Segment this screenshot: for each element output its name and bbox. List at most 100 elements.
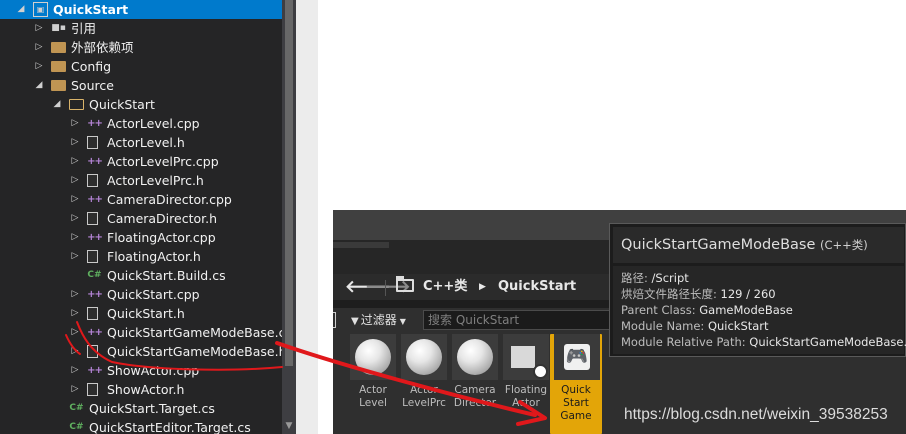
collapsed-arrow-icon[interactable]: ▷ xyxy=(69,361,81,380)
expanded-arrow-icon[interactable]: ◢ xyxy=(33,76,45,95)
expanded-arrow-icon[interactable]: ◢ xyxy=(15,0,27,19)
tree-row[interactable]: C# QuickStart.Build.cs xyxy=(0,266,282,285)
header-file-icon xyxy=(87,174,98,187)
tree-row-label: QuickStart xyxy=(89,97,155,112)
collapsed-arrow-icon[interactable]: ▷ xyxy=(33,57,45,76)
watermark: https://blog.csdn.net/weixin_39538253 xyxy=(624,406,888,423)
tree-row-label: QuickStart.h xyxy=(107,306,185,321)
csharp-file-icon: C# xyxy=(69,403,84,413)
asset-tile-camera-director[interactable]: Camera Director xyxy=(452,334,498,434)
asset-thumbnail xyxy=(503,334,549,380)
tree-row-label: QuickStartEditor.Target.cs xyxy=(89,420,251,434)
tree-row[interactable]: ▷ ++ QuickStartGameModeBase.cpp xyxy=(0,323,296,342)
collapsed-arrow-icon[interactable]: ▷ xyxy=(69,342,81,361)
collapsed-arrow-icon[interactable]: ▷ xyxy=(69,171,81,190)
tree-row[interactable]: ▷ 外部依赖项 xyxy=(0,38,282,57)
tooltip-header: QuickStartGameModeBase (C++类) xyxy=(613,227,904,263)
asset-label: Actor LevelPrc xyxy=(402,384,446,409)
filter-label: 过滤器 xyxy=(360,313,397,327)
tooltip-module-path-line: Module Relative Path: QuickStartGameMode… xyxy=(621,334,906,350)
expanded-arrow-icon[interactable]: ◢ xyxy=(51,95,63,114)
tooltip-value: 129 / 260 xyxy=(720,287,776,301)
tree-row[interactable]: ▷ ++ QuickStart.cpp xyxy=(0,285,282,304)
collapsed-arrow-icon[interactable]: ▷ xyxy=(69,209,81,228)
tree-row[interactable]: ▷ FloatingActor.h xyxy=(0,247,282,266)
tree-row[interactable]: ▷ ■▪ 引用 xyxy=(0,19,282,38)
window-gap xyxy=(296,0,318,434)
header-file-icon xyxy=(87,136,98,149)
tab-content-browser[interactable] xyxy=(333,242,389,248)
cube-icon xyxy=(511,346,535,368)
filter-button[interactable]: ▼ 过滤器 ▼ xyxy=(351,310,406,332)
tooltip-key: 烘焙文件路径长度: xyxy=(621,287,721,301)
tree-row[interactable]: ▷ QuickStart.h xyxy=(0,304,282,323)
tree-row-label: FloatingActor.h xyxy=(107,249,201,264)
asset-tile-floating-actor[interactable]: Floating Actor xyxy=(503,334,549,434)
csharp-file-icon: C# xyxy=(69,422,84,432)
collapsed-arrow-icon[interactable]: ▷ xyxy=(69,304,81,323)
asset-thumbnail xyxy=(350,334,396,380)
asset-thumbnail xyxy=(452,334,498,380)
collapsed-arrow-icon[interactable]: ▷ xyxy=(69,380,81,399)
asset-tile-actor-level[interactable]: Actor Level xyxy=(350,334,396,434)
cpp-file-icon: ++ xyxy=(87,365,103,376)
tree-row[interactable]: ▷ ActorLevelPrc.h xyxy=(0,171,282,190)
tree-row-label: Source xyxy=(71,78,114,93)
sources-toggle[interactable] xyxy=(333,312,336,328)
tree-row[interactable]: C# QuickStartEditor.Target.cs xyxy=(0,418,282,434)
tree-row[interactable]: ▷ QuickStartGameModeBase.h xyxy=(0,342,287,361)
sphere-icon xyxy=(406,339,442,375)
header-file-icon xyxy=(87,250,98,263)
asset-tooltip: QuickStartGameModeBase (C++类) 路径: /Scrip… xyxy=(609,223,906,357)
tree-row[interactable]: ▷ ShowActor.h xyxy=(0,380,282,399)
tree-row[interactable]: ▷ ++ CameraDirector.cpp xyxy=(0,190,282,209)
search-input[interactable] xyxy=(423,310,618,330)
breadcrumb-arrow-icon[interactable]: ▶ xyxy=(479,274,486,300)
collapsed-arrow-icon[interactable]: ▷ xyxy=(69,285,81,304)
collapsed-arrow-icon[interactable]: ▷ xyxy=(69,323,81,342)
breadcrumb-cpp-classes[interactable]: C++类 xyxy=(423,274,467,300)
folder-icon xyxy=(51,80,66,91)
tree-row[interactable]: ▷ Config xyxy=(0,57,282,76)
tree-row-label: Config xyxy=(71,59,112,74)
collapsed-arrow-icon[interactable]: ▷ xyxy=(33,19,45,38)
tooltip-value: QuickStartGameModeBase.h xyxy=(749,335,906,349)
tree-row-label: CameraDirector.h xyxy=(107,211,218,226)
explorer-scroll-thumb[interactable] xyxy=(285,0,293,366)
tree-row[interactable]: ◢ Source xyxy=(0,76,282,95)
chevron-down-icon: ▼ xyxy=(399,317,406,326)
folder-icon[interactable] xyxy=(396,276,414,292)
sphere-icon xyxy=(355,339,391,375)
tooltip-key: Module Name: xyxy=(621,319,708,333)
tree-row-label: QuickStart.Build.cs xyxy=(107,268,226,283)
collapsed-arrow-icon[interactable]: ▷ xyxy=(69,114,81,133)
collapsed-arrow-icon[interactable]: ▷ xyxy=(69,228,81,247)
tree-row[interactable]: ▷ ++ ShowActor.cpp xyxy=(0,361,282,380)
tree-row[interactable]: ▷ ++ FloatingActor.cpp xyxy=(0,228,282,247)
tooltip-class-name: QuickStartGameModeBase xyxy=(621,237,816,253)
tree-row[interactable]: ◢ ▣ QuickStart xyxy=(0,0,282,19)
cpp-file-icon: ++ xyxy=(87,327,103,338)
tree-row[interactable]: ▷ ++ ActorLevel.cpp xyxy=(0,114,282,133)
header-file-icon xyxy=(87,345,98,358)
collapsed-arrow-icon[interactable]: ▷ xyxy=(33,38,45,57)
tree-row-label: QuickStart.Target.cs xyxy=(89,401,215,416)
breadcrumb-quickstart[interactable]: QuickStart xyxy=(498,274,576,300)
tree-row[interactable]: ▷ ActorLevel.h xyxy=(0,133,282,152)
tree-row-label: ActorLevel.h xyxy=(107,135,185,150)
tree-row[interactable]: C# QuickStart.Target.cs xyxy=(0,399,282,418)
tree-row[interactable]: ◢ QuickStart xyxy=(0,95,282,114)
asset-tile-actor-level-prc[interactable]: Actor LevelPrc xyxy=(401,334,447,434)
scroll-down-icon[interactable]: ▼ xyxy=(282,418,296,434)
collapsed-arrow-icon[interactable]: ▷ xyxy=(69,190,81,209)
tree-row[interactable]: ▷ CameraDirector.h xyxy=(0,209,282,228)
tree-row-label: QuickStartGameModeBase.cpp xyxy=(107,325,296,340)
sphere-icon xyxy=(457,339,493,375)
collapsed-arrow-icon[interactable]: ▷ xyxy=(69,133,81,152)
asset-tile-quick-start-game-mode[interactable]: 🎮 Quick Start Game xyxy=(550,334,602,434)
collapsed-arrow-icon[interactable]: ▷ xyxy=(69,247,81,266)
cpp-file-icon: ++ xyxy=(87,118,103,129)
tree-row[interactable]: ▷ ++ ActorLevelPrc.cpp xyxy=(0,152,282,171)
tree-row-label: FloatingActor.cpp xyxy=(107,230,216,245)
collapsed-arrow-icon[interactable]: ▷ xyxy=(69,152,81,171)
